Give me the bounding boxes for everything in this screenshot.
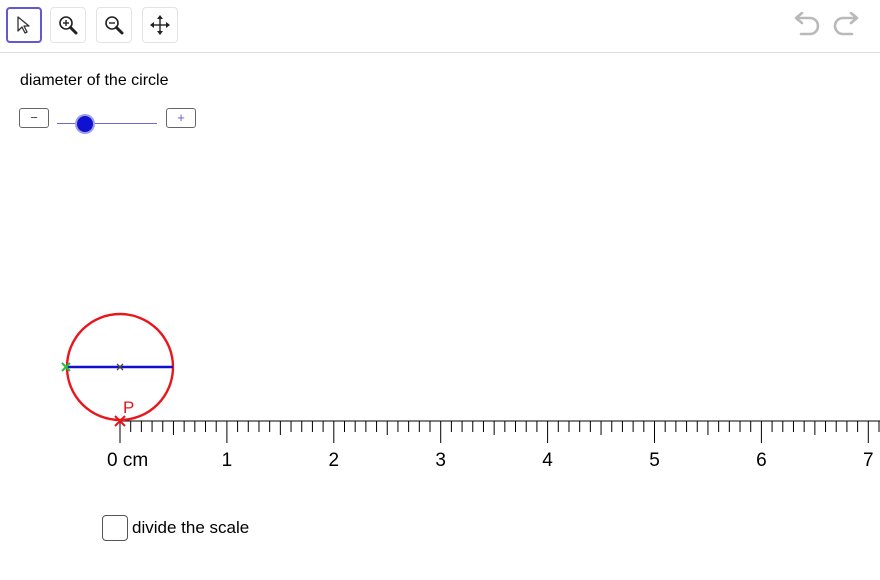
- divide-scale-checkbox[interactable]: [102, 515, 128, 541]
- ruler-label: 7: [863, 450, 874, 471]
- ruler-labels: 0 cm 1 2 3 4 5 6 7: [107, 450, 874, 471]
- ruler-label: 5: [649, 450, 660, 471]
- ruler-label: 6: [756, 450, 767, 471]
- ruler-label: 4: [542, 450, 553, 471]
- ruler-label: 3: [435, 450, 446, 471]
- divide-scale-control[interactable]: divide the scale: [102, 515, 249, 541]
- geometry-canvas: P 0 cm 1 2 3 4 5 6 7: [61, 312, 880, 471]
- point-p-label: P: [123, 398, 134, 417]
- ruler-label: 1: [222, 450, 233, 471]
- ruler-label: 0 cm: [107, 450, 148, 471]
- ruler-ticks: [119, 421, 880, 443]
- divide-scale-label: divide the scale: [132, 518, 250, 537]
- ruler-label: 2: [329, 450, 340, 471]
